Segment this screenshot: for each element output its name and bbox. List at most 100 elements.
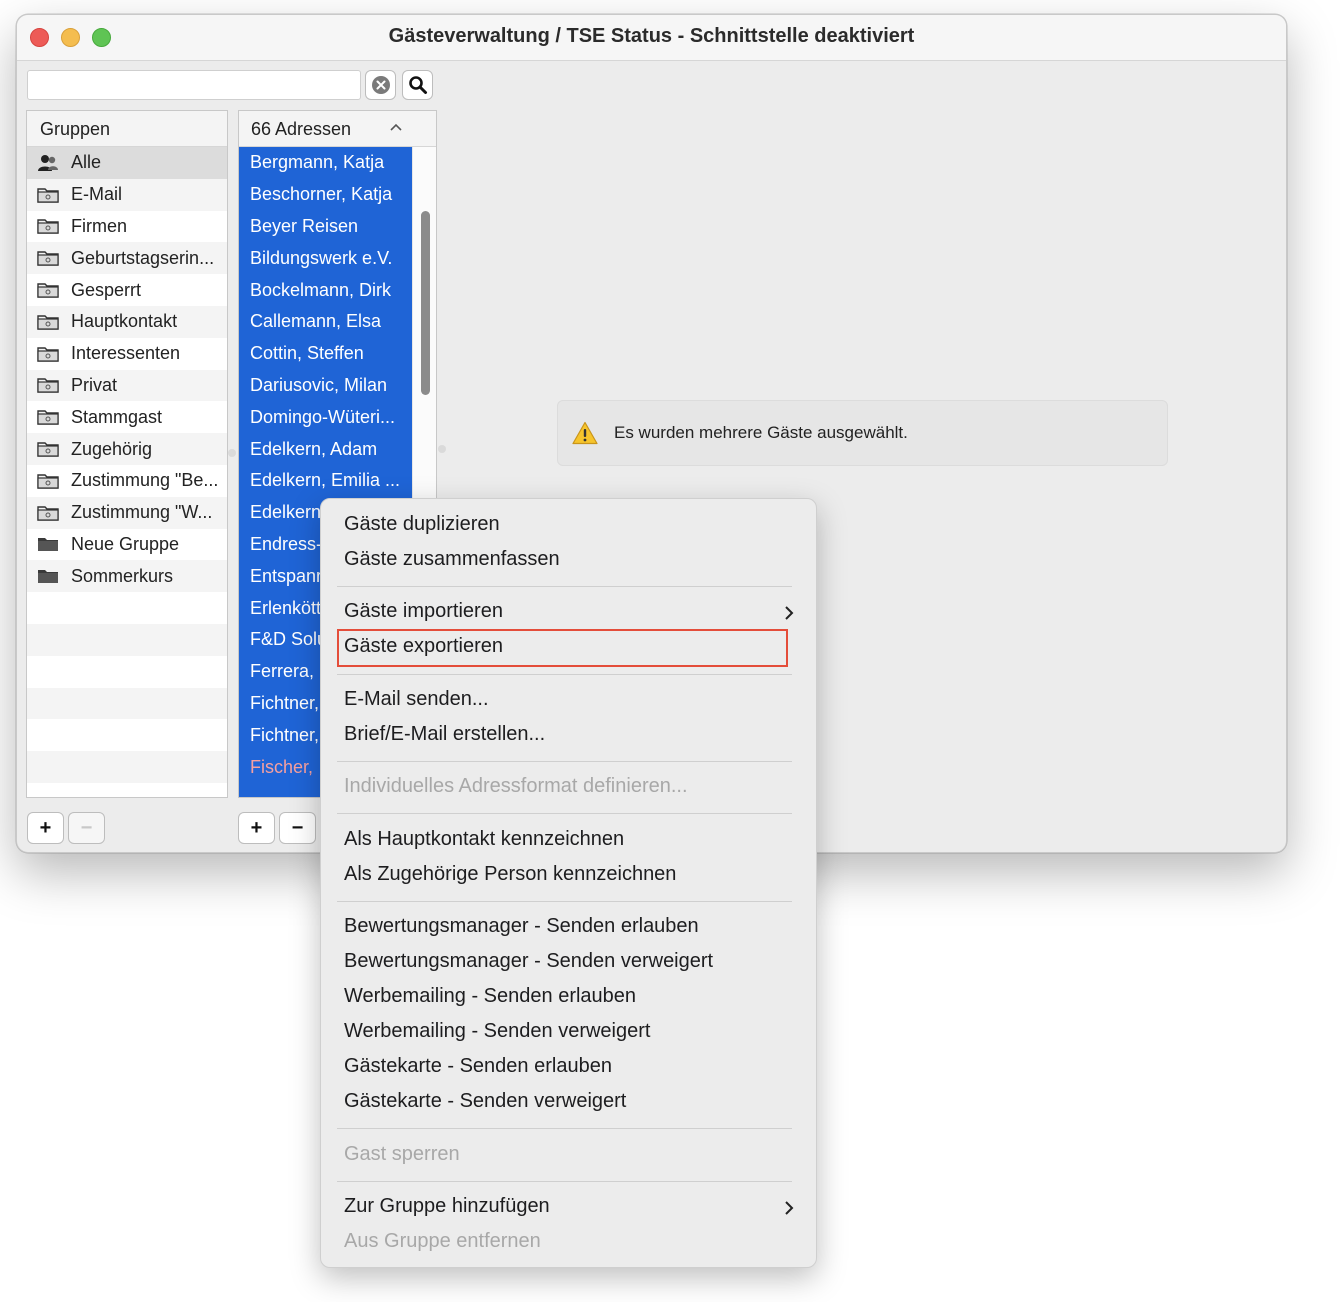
groups-header[interactable]: Gruppen <box>27 111 227 147</box>
menu-item-mailing-deny[interactable]: Werbemailing - Senden verweigert <box>344 1020 650 1043</box>
search-button[interactable] <box>402 70 433 100</box>
menu-item-create-letter[interactable]: Brief/E-Mail erstellen... <box>344 723 545 746</box>
group-item-label: E-Mail <box>71 184 123 205</box>
add-address-button[interactable]: + <box>238 812 275 844</box>
group-item[interactable]: Interessenten <box>27 338 227 370</box>
address-row[interactable]: Dariusovic, Milan <box>239 370 412 402</box>
smart-folder-icon <box>37 376 59 394</box>
menu-item-remove-from-group: Aus Gruppe entfernen <box>344 1230 541 1252</box>
group-item[interactable]: Privat <box>27 369 227 402</box>
smart-folder-icon <box>37 440 59 458</box>
addresses-header[interactable]: 66 Adressen <box>239 111 436 147</box>
address-row[interactable]: Domingo-Wüteri... <box>239 401 412 433</box>
group-item-label: Stammgast <box>71 406 163 427</box>
menu-item-guestcard-allow[interactable]: Gästekarte - Senden erlauben <box>344 1055 612 1078</box>
group-item-label: Zustimmung "Be... <box>71 470 219 491</box>
empty-row <box>27 623 227 656</box>
menu-separator <box>337 901 792 902</box>
smart-folder-icon <box>37 408 59 426</box>
group-item[interactable]: Firmen <box>27 211 227 243</box>
smart-folder-icon <box>37 217 59 235</box>
groups-list[interactable]: Gruppen Alle E-Mail Firmen Geburtstagserin.… <box>26 110 228 798</box>
menu-item-mark-related-person[interactable]: Als Zugehörige Person kennzeichnen <box>344 863 676 886</box>
group-item[interactable]: Zugehörig <box>27 433 227 465</box>
address-row[interactable]: Beschorner, Katja <box>239 179 412 211</box>
group-item[interactable]: Zustimmung "Be... <box>27 465 227 497</box>
menu-item-add-to-group-label: Zur Gruppe hinzufügen <box>344 1195 550 1217</box>
title-bar[interactable]: Gästeverwaltung / TSE Status - Schnittst… <box>17 15 1286 61</box>
group-item[interactable]: Neue Gruppe <box>27 529 227 561</box>
address-row[interactable]: Beyer Reisen <box>239 211 412 243</box>
menu-item-mark-main-contact[interactable]: Als Hauptkontakt kennzeichnen <box>344 828 624 851</box>
group-item-label: Interessenten <box>71 343 181 364</box>
menu-item-send-email[interactable]: E-Mail senden... <box>344 688 489 711</box>
group-item[interactable]: Gesperrt <box>27 274 227 306</box>
group-item-label: Alle <box>71 152 102 173</box>
menu-item-merge[interactable]: Gäste zusammenfassen <box>344 548 560 571</box>
smart-folder-icon <box>37 281 59 299</box>
group-item-label: Firmen <box>71 215 128 236</box>
empty-row <box>27 719 227 751</box>
address-row[interactable]: Bildungswerk e.V. <box>239 242 412 274</box>
smart-folder-icon <box>37 345 59 363</box>
menu-separator <box>337 813 792 814</box>
add-group-button[interactable]: + <box>27 812 64 844</box>
context-menu: Gäste duplizieren Gäste zusammenfassen G… <box>320 498 817 1268</box>
group-item[interactable]: Stammgast <box>27 401 227 433</box>
empty-row <box>27 687 227 720</box>
smart-folder-icon <box>37 313 59 331</box>
menu-item-review-deny[interactable]: Bewertungsmanager - Senden verweigert <box>344 950 713 973</box>
search-input[interactable] <box>27 70 361 100</box>
address-row[interactable]: Bockelmann, Dirk <box>239 274 412 306</box>
group-item-label: Zugehörig <box>71 438 153 459</box>
menu-item-import-label: Gäste importieren <box>344 600 503 622</box>
menu-item-block-guest: Gast sperren <box>344 1143 460 1165</box>
group-item-label: Neue Gruppe <box>71 533 180 554</box>
group-item[interactable]: Zustimmung "W... <box>27 496 227 529</box>
smart-folder-icon <box>37 472 59 490</box>
group-item[interactable]: Hauptkontakt <box>27 305 227 338</box>
users-icon <box>37 154 59 172</box>
address-row[interactable]: Edelkern, Adam <box>239 433 412 465</box>
remove-address-button[interactable]: − <box>279 812 316 844</box>
menu-separator <box>337 586 792 587</box>
menu-item-address-format: Individuelles Adressformat definieren... <box>344 775 688 797</box>
highlight-annotation <box>337 629 788 667</box>
group-item[interactable]: Geburtstagserin... <box>27 242 227 275</box>
address-row[interactable]: Bergmann, Katja <box>239 147 412 179</box>
chevron-right-icon <box>785 1201 794 1215</box>
chevron-right-icon <box>785 606 794 620</box>
address-row[interactable]: Callemann, Elsa <box>239 306 412 338</box>
group-item-label: Zustimmung "W... <box>71 502 213 523</box>
remove-group-button[interactable]: − <box>68 812 105 844</box>
smart-folder-icon <box>37 504 59 522</box>
menu-separator <box>337 674 792 675</box>
empty-row <box>27 751 227 783</box>
group-item-label: Geburtstagserin... <box>71 247 215 268</box>
clear-search-button[interactable] <box>365 70 396 100</box>
folder-icon <box>37 567 59 585</box>
group-item-label: Privat <box>71 374 118 395</box>
menu-separator <box>337 1181 792 1182</box>
empty-row <box>27 656 227 688</box>
group-item[interactable]: E-Mail <box>27 178 227 211</box>
group-item-label: Gesperrt <box>71 279 142 300</box>
folder-icon <box>37 535 59 553</box>
splitter-handle[interactable] <box>438 445 446 453</box>
menu-item-review-allow[interactable]: Bewertungsmanager - Senden erlauben <box>344 915 699 938</box>
menu-item-mailing-allow[interactable]: Werbemailing - Senden erlauben <box>344 985 636 1008</box>
menu-item-guestcard-deny[interactable]: Gästekarte - Senden verweigert <box>344 1090 626 1113</box>
menu-item-duplicate[interactable]: Gäste duplizieren <box>344 513 500 536</box>
address-row[interactable]: Cottin, Steffen <box>239 338 412 370</box>
menu-item-add-to-group[interactable]: Zur Gruppe hinzufügen <box>344 1195 794 1218</box>
addresses-scrollbar-thumb[interactable] <box>421 211 430 395</box>
menu-item-import[interactable]: Gäste importieren <box>344 600 794 623</box>
multi-selection-message: Es wurden mehrere Gäste ausgewählt. <box>614 423 908 442</box>
address-row[interactable]: Edelkern, Emilia ... <box>239 465 412 497</box>
group-item-label: Sommerkurs <box>71 565 174 586</box>
splitter-handle[interactable] <box>228 449 236 457</box>
group-item[interactable]: Alle <box>27 147 227 179</box>
group-item[interactable]: Sommerkurs <box>27 560 227 593</box>
menu-separator <box>337 761 792 762</box>
menu-separator <box>337 1128 792 1129</box>
